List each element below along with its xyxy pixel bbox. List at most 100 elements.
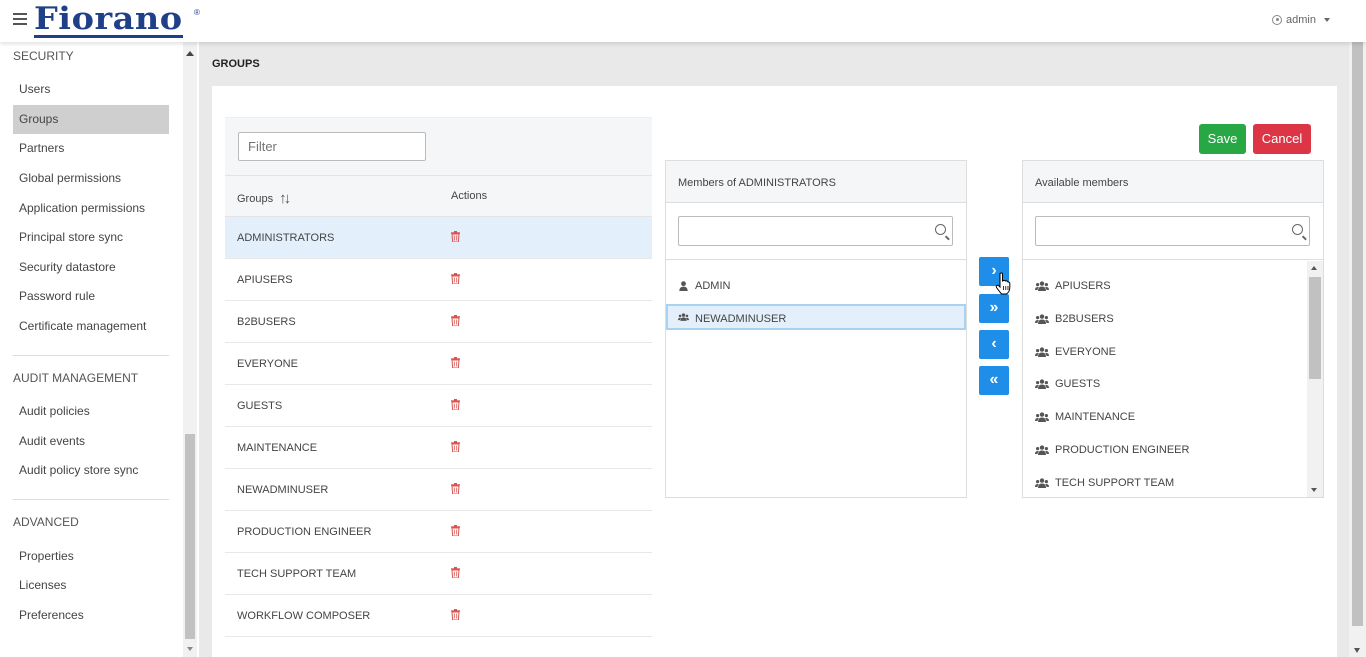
table-row[interactable]: ADMINISTRATORS [225, 217, 652, 259]
available-member-label: B2BUSERS [1055, 312, 1114, 325]
group-name: WORKFLOW COMPOSER [237, 610, 371, 622]
table-row[interactable]: WORKFLOW COMPOSER [225, 595, 652, 637]
available-member-label: TECH SUPPORT TEAM [1055, 476, 1175, 489]
members-panel: Members of ADMINISTRATORS ADMIN NEWADMIN… [665, 160, 967, 498]
available-member-item[interactable]: MAINTENANCE [1023, 404, 1307, 430]
hamburger-menu-icon[interactable] [13, 13, 27, 26]
table-row[interactable]: NEWADMINUSER [225, 469, 652, 511]
sidebar-item-audit-events[interactable]: Audit events [13, 427, 169, 456]
available-member-item[interactable]: PRODUCTION ENGINEER [1023, 437, 1307, 463]
sidebar-item-preferences[interactable]: Preferences [13, 601, 169, 630]
group-name: GUESTS [237, 400, 283, 412]
sidebar-item-certificate-management[interactable]: Certificate management [13, 312, 169, 341]
sidebar-item-audit-policy-store-sync[interactable]: Audit policy store sync [13, 456, 169, 485]
table-row[interactable]: MAINTENANCE [225, 427, 652, 469]
users-icon [1035, 412, 1049, 423]
group-name: EVERYONE [237, 358, 298, 370]
scroll-up-arrow-icon[interactable] [186, 51, 194, 56]
table-row[interactable]: TECH SUPPORT TEAM [225, 553, 652, 595]
available-member-label: MAINTENANCE [1055, 411, 1136, 424]
available-members-panel-title: Available members [1023, 161, 1323, 203]
users-icon [1035, 445, 1049, 455]
cancel-button[interactable]: Cancel [1253, 124, 1311, 154]
sidebar-item-properties[interactable]: Properties [13, 542, 169, 571]
sidebar-item-password-rule[interactable]: Password rule [13, 282, 169, 311]
trash-icon[interactable] [451, 483, 460, 494]
scrollbar-thumb[interactable] [185, 434, 195, 639]
sidebar-scrollbar[interactable] [183, 42, 197, 657]
column-header-groups[interactable]: Groups ↑↓ [237, 190, 291, 207]
search-icon[interactable] [935, 224, 946, 235]
trash-icon[interactable] [451, 357, 460, 368]
available-members-search-input[interactable] [1035, 216, 1310, 246]
trash-icon[interactable] [451, 399, 460, 410]
sidebar-item-application-permissions[interactable]: Application permissions [13, 194, 169, 223]
user-menu[interactable]: admin [1272, 14, 1330, 26]
sidebar: SECURITY Users Groups Partners Global pe… [0, 42, 199, 657]
window-scrollbar[interactable] [1349, 0, 1366, 657]
users-icon [1035, 379, 1049, 390]
scroll-down-arrow-icon[interactable] [186, 647, 193, 651]
available-member-item[interactable]: EVERYONE [1023, 339, 1307, 365]
available-member-item[interactable]: B2BUSERS [1023, 306, 1307, 332]
user-circle-icon [1272, 15, 1283, 25]
search-icon[interactable] [1292, 224, 1303, 235]
sidebar-item-groups[interactable]: Groups [13, 105, 169, 134]
sidebar-item-partners[interactable]: Partners [13, 134, 169, 163]
available-member-item[interactable]: TECH SUPPORT TEAM [1023, 470, 1307, 496]
table-row[interactable]: EVERYONE [225, 343, 652, 385]
trash-icon[interactable] [451, 273, 460, 284]
available-member-item[interactable]: APIUSERS [1023, 273, 1307, 299]
group-name: NEWADMINUSER [237, 484, 329, 496]
scroll-down-arrow-icon[interactable] [1311, 488, 1317, 492]
trash-icon[interactable] [451, 315, 460, 326]
trash-icon[interactable] [451, 567, 460, 578]
table-row[interactable]: PRODUCTION ENGINEER [225, 511, 652, 553]
available-member-item[interactable]: GUESTS [1023, 371, 1307, 397]
sidebar-item-security-datastore[interactable]: Security datastore [13, 253, 169, 282]
users-icon [678, 313, 689, 321]
sidebar-section-audit-management: AUDIT MANAGEMENT [13, 371, 139, 385]
scrollbar-thumb[interactable] [1309, 277, 1321, 379]
sidebar-item-licenses[interactable]: Licenses [13, 571, 169, 600]
trash-icon[interactable] [451, 231, 460, 242]
sidebar-section-security: SECURITY [13, 49, 74, 63]
sidebar-item-principal-store-sync[interactable]: Principal store sync [13, 223, 169, 252]
caret-down-icon [1324, 18, 1330, 22]
move-all-right-button[interactable]: » [979, 294, 1009, 323]
users-icon [1035, 314, 1049, 324]
available-members-scrollbar[interactable] [1307, 261, 1323, 497]
page-title: GROUPS [212, 58, 260, 70]
member-item[interactable]: ADMIN [666, 273, 966, 299]
save-button[interactable]: Save [1199, 124, 1246, 154]
members-panel-title: Members of ADMINISTRATORS [666, 161, 966, 203]
move-all-left-button[interactable]: « [979, 366, 1009, 395]
trash-icon[interactable] [451, 609, 460, 620]
table-row[interactable]: APIUSERS [225, 259, 652, 301]
trash-icon[interactable] [451, 525, 460, 536]
column-header-actions: Actions [451, 190, 488, 202]
move-selected-left-button[interactable]: ‹ [979, 330, 1009, 359]
user-menu-label: admin [1286, 14, 1316, 26]
users-icon [1035, 281, 1049, 291]
members-search-input[interactable] [678, 216, 953, 246]
group-name: APIUSERS [237, 274, 293, 286]
filter-row [225, 117, 652, 175]
sidebar-item-users[interactable]: Users [13, 75, 169, 104]
column-header-groups-label: Groups [237, 192, 274, 205]
scroll-down-arrow-icon[interactable] [1354, 648, 1360, 653]
scrollbar-thumb[interactable] [1352, 16, 1363, 626]
table-row[interactable]: GUESTS [225, 385, 652, 427]
filter-input[interactable] [238, 132, 426, 161]
sidebar-item-audit-policies[interactable]: Audit policies [13, 397, 169, 426]
available-member-label: GUESTS [1055, 378, 1101, 391]
member-item[interactable]: NEWADMINUSER [666, 304, 966, 330]
available-members-search [1023, 203, 1323, 260]
fiorano-logo[interactable]: Fiorano ® [34, 3, 200, 38]
trash-icon[interactable] [451, 441, 460, 452]
table-row[interactable]: B2BUSERS [225, 301, 652, 343]
sort-icon[interactable]: ↑↓ [279, 190, 291, 207]
scroll-up-arrow-icon[interactable] [1311, 266, 1317, 270]
sidebar-item-global-permissions[interactable]: Global permissions [13, 164, 169, 193]
available-member-label: PRODUCTION ENGINEER [1055, 444, 1190, 456]
